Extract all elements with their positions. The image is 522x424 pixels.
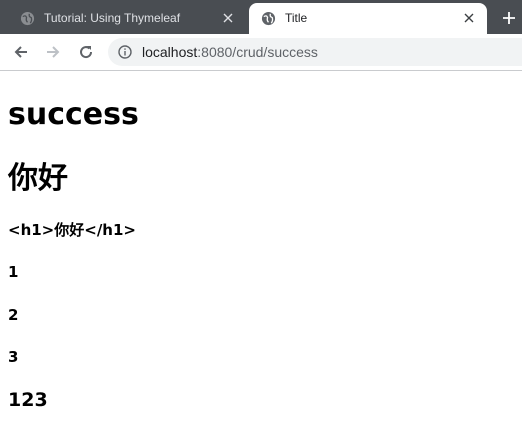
- toolbar: localhost:8080/crud/success: [0, 34, 522, 71]
- arrow-right-icon: [47, 46, 60, 58]
- escaped-text: <h1>你好</h1>: [8, 221, 136, 239]
- close-icon[interactable]: [220, 10, 236, 26]
- new-tab-button[interactable]: [498, 7, 520, 29]
- address-bar[interactable]: localhost:8080/crud/success: [108, 38, 522, 66]
- tab-strip: Tutorial: Using Thymeleaf Title: [0, 0, 522, 34]
- tab-title-active[interactable]: Title: [249, 3, 487, 34]
- tab-title: Title: [285, 11, 308, 25]
- joined-items: 123: [8, 389, 48, 411]
- arrow-left-icon: [14, 46, 27, 58]
- globe-icon: [20, 11, 35, 26]
- url-path: :8080/crud/success: [197, 44, 318, 60]
- plus-icon: [503, 12, 515, 24]
- page-heading: success: [8, 97, 139, 132]
- tab-title: Tutorial: Using Thymeleaf: [44, 11, 181, 25]
- info-icon[interactable]: [118, 45, 132, 59]
- list-item: 2: [8, 306, 19, 324]
- list-item: 1: [8, 263, 19, 281]
- close-icon[interactable]: [461, 10, 477, 26]
- reload-button[interactable]: [75, 41, 97, 63]
- forward-button[interactable]: [42, 41, 64, 63]
- greeting-heading: 你好: [8, 161, 68, 196]
- back-button[interactable]: [10, 41, 32, 63]
- reload-icon: [80, 46, 93, 59]
- tab-tutorial-thymeleaf[interactable]: Tutorial: Using Thymeleaf: [8, 3, 246, 34]
- url-text[interactable]: localhost:8080/crud/success: [142, 44, 318, 60]
- url-host: localhost: [142, 44, 198, 60]
- globe-icon: [261, 11, 276, 26]
- list-item: 3: [8, 348, 19, 366]
